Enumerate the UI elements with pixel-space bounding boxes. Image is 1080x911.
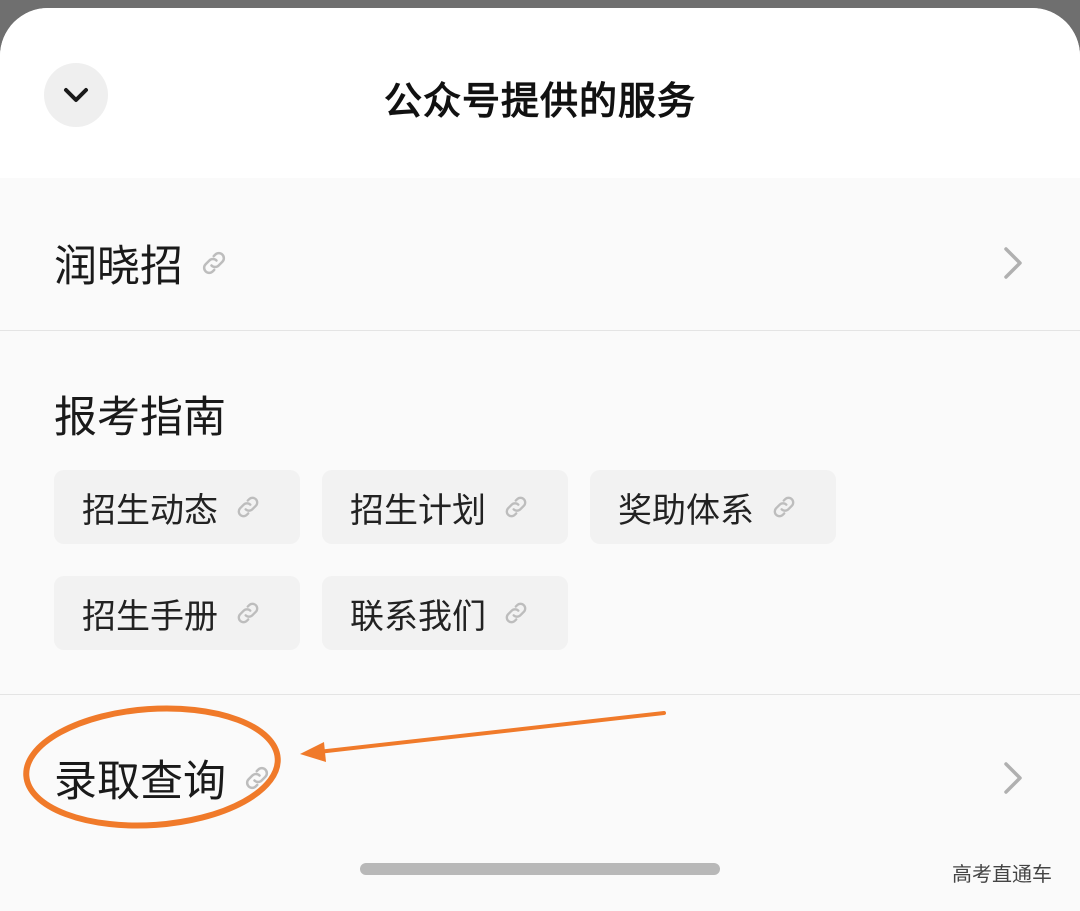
link-icon [770, 493, 798, 521]
link-icon [234, 493, 262, 521]
watermark: 高考直通车 [952, 862, 1052, 886]
menu-item-label: 录取查询 [54, 757, 226, 807]
chip-label: 招生动态 [82, 490, 218, 531]
chip-admission-handbook[interactable]: 招生手册 [54, 576, 300, 650]
services-sheet: 公众号提供的服务 润晓招 报考指南 招生动态 招生计划 奖助体系 招生手册 联系… [0, 8, 1080, 911]
section-title-guide: 报考指南 [54, 393, 226, 443]
chip-label: 招生手册 [82, 596, 218, 637]
link-icon [242, 763, 272, 793]
menu-item-admission-query[interactable]: 录取查询 [0, 708, 1080, 848]
link-icon [234, 599, 262, 627]
chip-admission-news[interactable]: 招生动态 [54, 470, 300, 544]
divider [0, 330, 1080, 331]
chip-admission-plan[interactable]: 招生计划 [322, 470, 568, 544]
link-icon [502, 599, 530, 627]
sheet-header: 公众号提供的服务 [0, 8, 1080, 178]
home-indicator [360, 863, 720, 875]
menu-item-runxiaozhao[interactable]: 润晓招 [0, 193, 1080, 333]
chip-label: 联系我们 [350, 596, 486, 637]
chip-contact-us[interactable]: 联系我们 [322, 576, 568, 650]
page-title: 公众号提供的服务 [383, 79, 696, 123]
chip-label: 奖助体系 [618, 490, 754, 531]
chip-label: 招生计划 [350, 490, 486, 531]
divider [0, 694, 1080, 695]
menu-item-label: 润晓招 [54, 242, 183, 292]
link-icon [502, 493, 530, 521]
chevron-right-icon [1002, 245, 1024, 281]
chevron-right-icon [1002, 760, 1024, 796]
chip-financial-aid[interactable]: 奖助体系 [590, 470, 836, 544]
link-icon [199, 248, 229, 278]
